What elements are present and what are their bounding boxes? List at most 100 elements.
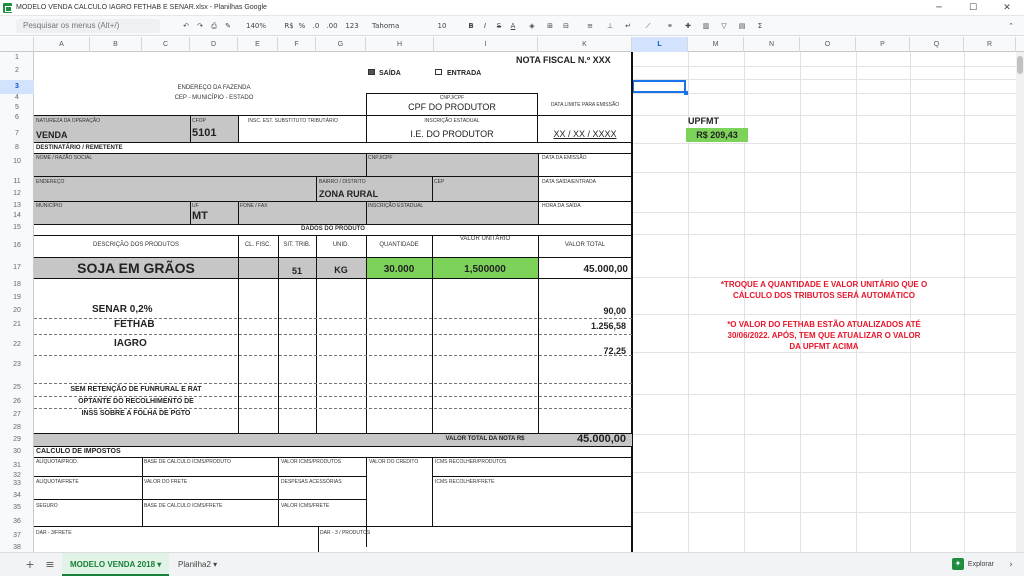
row-header[interactable]: 34 xyxy=(0,492,34,499)
tab-planilha2[interactable]: Planilha2 ▾ xyxy=(170,553,225,576)
column-header-c[interactable]: C xyxy=(142,37,190,52)
row-header[interactable]: 6 xyxy=(0,114,34,121)
bold-icon[interactable]: B xyxy=(466,19,476,33)
strikethrough-icon[interactable]: S xyxy=(494,19,504,33)
horizontal-align-icon[interactable]: ≡ xyxy=(584,19,596,33)
column-header-a[interactable]: A xyxy=(34,37,90,52)
insert-comment-icon[interactable]: ✚ xyxy=(682,19,694,33)
explore-button[interactable]: ✦ Explorar xyxy=(951,557,994,573)
collapse-toolbar-icon[interactable]: ⌃ xyxy=(1004,19,1018,33)
row-header[interactable]: 27 xyxy=(0,411,34,418)
row-header[interactable]: 21 xyxy=(0,321,34,328)
column-header-f[interactable]: F xyxy=(278,37,316,52)
column-header-r[interactable]: R xyxy=(964,37,1016,52)
percent-format-button[interactable]: % xyxy=(297,19,307,33)
row-header[interactable]: 18 xyxy=(0,281,34,288)
column-header-k[interactable]: K xyxy=(538,37,632,52)
add-sheet-button[interactable]: + xyxy=(20,553,40,577)
insert-chart-icon[interactable]: ▥ xyxy=(700,19,712,33)
row-header[interactable]: 29 xyxy=(0,436,34,443)
column-header-q[interactable]: Q xyxy=(910,37,964,52)
column-header-n[interactable]: N xyxy=(744,37,800,52)
side-panel-toggle-icon[interactable]: › xyxy=(1004,553,1018,577)
fill-color-icon[interactable]: ◈ xyxy=(526,19,538,33)
row-header[interactable]: 22 xyxy=(0,341,34,348)
row-header[interactable]: 25 xyxy=(0,384,34,391)
caret-down-icon[interactable]: ▾ xyxy=(213,560,217,569)
row-header[interactable]: 7 xyxy=(0,130,34,137)
caret-down-icon[interactable]: ▾ xyxy=(157,560,161,569)
row-header[interactable]: 20 xyxy=(0,307,34,314)
font-size-select[interactable]: 10 xyxy=(432,19,452,33)
row-header[interactable]: 37 xyxy=(0,532,34,539)
column-header-d[interactable]: D xyxy=(190,37,238,52)
row-header[interactable]: 28 xyxy=(0,424,34,431)
minimize-button[interactable]: ─ xyxy=(922,0,956,16)
row-header[interactable]: 19 xyxy=(0,294,34,301)
filter-icon[interactable]: ▽ xyxy=(718,19,730,33)
text-color-icon[interactable]: A xyxy=(508,19,518,33)
row-header[interactable]: 12 xyxy=(0,190,34,197)
scrollbar-thumb[interactable] xyxy=(1017,56,1023,74)
row-header[interactable]: 23 xyxy=(0,361,34,368)
product-quantity[interactable]: 30.000 xyxy=(366,264,432,275)
functions-icon[interactable]: Σ xyxy=(754,19,766,33)
row-header[interactable]: 30 xyxy=(0,448,34,455)
column-header-o[interactable]: O xyxy=(800,37,856,52)
all-sheets-button[interactable]: ≡ xyxy=(40,553,60,577)
column-header-m[interactable]: M xyxy=(688,37,744,52)
row-header[interactable]: 35 xyxy=(0,504,34,511)
row-header[interactable]: 1 xyxy=(0,54,34,61)
row-header[interactable]: 4 xyxy=(0,94,34,101)
row-header[interactable]: 11 xyxy=(0,178,34,185)
row-header[interactable]: 2 xyxy=(0,67,34,74)
column-header-i[interactable]: I xyxy=(434,37,538,52)
row-header[interactable]: 15 xyxy=(0,224,34,231)
paint-format-icon[interactable]: ✎ xyxy=(222,19,234,33)
row-header-selected[interactable]: 3 xyxy=(0,80,34,94)
row-header[interactable]: 32 xyxy=(0,472,34,479)
column-header-l[interactable]: L xyxy=(632,37,688,52)
currency-format-button[interactable]: R$ xyxy=(282,19,296,33)
undo-icon[interactable]: ↶ xyxy=(180,19,192,33)
vertical-align-icon[interactable]: ⊥ xyxy=(604,19,616,33)
row-header[interactable]: 13 xyxy=(0,202,34,209)
row-header[interactable]: 33 xyxy=(0,480,34,487)
close-button[interactable]: ✕ xyxy=(990,0,1024,16)
vertical-scrollbar[interactable] xyxy=(1016,52,1024,552)
zoom-select[interactable]: 140% xyxy=(242,19,270,33)
row-header[interactable]: 10 xyxy=(0,158,34,165)
column-header-e[interactable]: E xyxy=(238,37,278,52)
increase-decimal-button[interactable]: .00 xyxy=(324,19,340,33)
italic-icon[interactable]: I xyxy=(480,19,490,33)
row-header[interactable]: 8 xyxy=(0,144,34,151)
insert-link-icon[interactable]: ⚭ xyxy=(664,19,676,33)
text-wrap-icon[interactable]: ↵ xyxy=(622,19,634,33)
text-rotation-icon[interactable]: ⟋ xyxy=(642,19,654,33)
select-all-corner[interactable] xyxy=(0,37,34,52)
product-unit-price[interactable]: 1,500000 xyxy=(432,264,538,275)
menu-search-input[interactable]: Pesquisar os menus (Alt+/) xyxy=(16,19,160,33)
maximize-button[interactable]: ☐ xyxy=(956,0,990,16)
entrada-checkbox[interactable] xyxy=(435,69,442,75)
borders-icon[interactable]: ⊞ xyxy=(544,19,556,33)
spreadsheet-grid[interactable]: NOTA FISCAL N.º XXX SAÍDA ENTRADA ENDERE… xyxy=(34,52,1016,552)
tab-modelo-venda-2018[interactable]: MODELO VENDA 2018 ▾ xyxy=(62,553,170,576)
filter-views-icon[interactable]: ▤ xyxy=(736,19,748,33)
merge-cells-icon[interactable]: ⊟ xyxy=(560,19,572,33)
column-header-h[interactable]: H xyxy=(366,37,434,52)
column-header-p[interactable]: P xyxy=(856,37,910,52)
row-header[interactable]: 14 xyxy=(0,212,34,219)
decrease-decimal-button[interactable]: .0 xyxy=(310,19,322,33)
product-unid[interactable]: KG xyxy=(316,265,366,275)
font-select[interactable]: Tahoma xyxy=(372,19,418,33)
number-format-button[interactable]: 123 xyxy=(342,19,362,33)
row-header[interactable]: 26 xyxy=(0,398,34,405)
redo-icon[interactable]: ↷ xyxy=(194,19,206,33)
row-header[interactable]: 36 xyxy=(0,518,34,525)
column-header-b[interactable]: B xyxy=(90,37,142,52)
saida-checkbox[interactable] xyxy=(368,69,375,75)
upfmt-value[interactable]: R$ 209,43 xyxy=(686,130,748,140)
fill-handle[interactable] xyxy=(684,91,688,95)
row-header[interactable]: 16 xyxy=(0,242,34,249)
